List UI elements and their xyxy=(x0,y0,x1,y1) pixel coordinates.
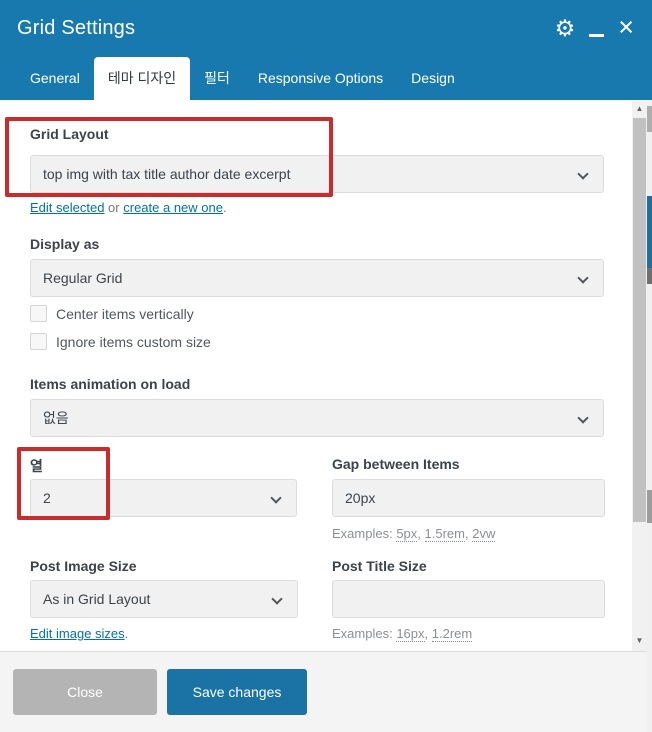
edge-segment xyxy=(647,106,652,132)
titlebar: Grid Settings ⚙ × xyxy=(0,0,652,56)
display-as-label: Display as xyxy=(30,236,100,252)
example-link-16px[interactable]: 16px xyxy=(396,626,425,642)
animation-label: Items animation on load xyxy=(30,376,191,392)
animation-select[interactable]: 없음 xyxy=(30,399,604,437)
save-changes-button[interactable]: Save changes xyxy=(167,669,307,715)
footer: Close Save changes xyxy=(0,651,652,732)
chevron-down-icon xyxy=(270,492,282,504)
scroll-up-arrow-icon[interactable]: ▲ xyxy=(632,100,647,117)
settings-gear-icon[interactable]: ⚙ xyxy=(555,16,576,40)
gap-hint: Examples: 5px, 1.5rem, 2vw xyxy=(332,526,496,542)
edit-selected-link[interactable]: Edit selected xyxy=(30,200,104,215)
center-items-label[interactable]: Center items vertically xyxy=(56,306,194,322)
chevron-down-icon xyxy=(577,272,589,284)
example-link-5px[interactable]: 5px xyxy=(396,526,418,542)
minimize-icon[interactable] xyxy=(589,33,605,37)
tab-filter[interactable]: 필터 xyxy=(190,56,244,100)
period-text: . xyxy=(124,626,129,641)
scrollbar-thumb[interactable] xyxy=(633,118,646,522)
example-link-1-5rem[interactable]: 1.5rem xyxy=(424,526,465,542)
content-area: Grid Layout top img with tax title autho… xyxy=(0,100,652,651)
columns-select[interactable]: 2 xyxy=(30,479,297,517)
tab-general[interactable]: General xyxy=(16,56,94,100)
tab-design[interactable]: Design xyxy=(397,56,469,100)
grid-layout-links: Edit selected or create a new one. xyxy=(30,200,227,215)
tab-responsive-options[interactable]: Responsive Options xyxy=(244,56,397,100)
example-link-1-2rem[interactable]: 1.2rem xyxy=(431,626,473,642)
post-title-size-label: Post Title Size xyxy=(332,558,427,574)
ignore-size-checkbox-row[interactable]: Ignore items custom size xyxy=(30,333,211,350)
window-title: Grid Settings xyxy=(17,17,136,39)
grid-layout-select[interactable]: top img with tax title author date excer… xyxy=(30,155,604,193)
gap-label: Gap between Items xyxy=(332,456,460,472)
center-items-checkbox[interactable] xyxy=(30,305,47,322)
columns-select-value: 2 xyxy=(43,490,51,506)
edge-segment xyxy=(647,196,652,268)
ignore-size-checkbox[interactable] xyxy=(30,333,47,350)
post-title-hint-label: Examples: xyxy=(332,626,397,641)
scrollbar[interactable]: ▲ ▼ xyxy=(632,100,647,651)
close-button[interactable]: Close xyxy=(13,669,157,715)
gap-input[interactable] xyxy=(332,479,605,517)
post-image-size-select-value: As in Grid Layout xyxy=(43,591,151,607)
post-title-size-input[interactable] xyxy=(332,580,605,618)
display-as-select[interactable]: Regular Grid xyxy=(30,259,604,297)
ignore-size-label[interactable]: Ignore items custom size xyxy=(56,334,211,350)
grid-layout-select-value: top img with tax title author date excer… xyxy=(43,166,291,182)
post-title-hint: Examples: 16px, 1.2rem xyxy=(332,626,473,642)
post-image-size-label: Post Image Size xyxy=(30,558,137,574)
tab-bar: General 테마 디자인 필터 Responsive Options Des… xyxy=(0,56,652,100)
grid-layout-label: Grid Layout xyxy=(30,126,109,142)
animation-select-value: 없음 xyxy=(43,410,69,426)
separator: , xyxy=(417,526,425,541)
gap-hint-label: Examples: xyxy=(332,526,397,541)
close-icon[interactable]: × xyxy=(618,13,634,41)
edge-segment xyxy=(647,268,652,284)
edit-image-sizes-row: Edit image sizes. xyxy=(30,626,128,641)
titlebar-icons: ⚙ × xyxy=(555,0,634,56)
chevron-down-icon xyxy=(271,593,283,605)
example-link-2vw[interactable]: 2vw xyxy=(472,526,496,542)
grid-settings-modal: Grid Settings ⚙ × General 테마 디자인 필터 Resp… xyxy=(0,0,652,732)
tab-theme-design[interactable]: 테마 디자인 xyxy=(93,57,191,100)
page-edge-strip xyxy=(647,100,652,732)
chevron-down-icon xyxy=(577,412,589,424)
columns-label: 열 xyxy=(30,458,43,474)
chevron-down-icon xyxy=(577,168,589,180)
edit-image-sizes-link[interactable]: Edit image sizes xyxy=(30,626,125,641)
or-text: or xyxy=(104,200,124,215)
display-as-select-value: Regular Grid xyxy=(43,270,123,286)
period-text: . xyxy=(222,200,227,215)
post-image-size-select[interactable]: As in Grid Layout xyxy=(30,580,298,618)
edge-segment xyxy=(647,490,652,523)
separator: , xyxy=(424,626,432,641)
create-new-link[interactable]: create a new one xyxy=(123,200,223,215)
scroll-down-arrow-icon[interactable]: ▼ xyxy=(632,632,647,649)
center-items-checkbox-row[interactable]: Center items vertically xyxy=(30,305,194,322)
